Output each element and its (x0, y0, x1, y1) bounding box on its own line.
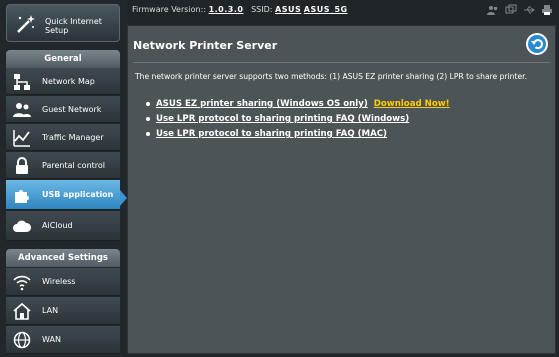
firmware-label: Firmware Version:: (132, 5, 207, 14)
magic-wand-icon (17, 15, 35, 33)
active-item-arrow (120, 190, 127, 206)
puzzle-icon (15, 190, 29, 203)
sidebar-item-label: Guest Network (42, 105, 102, 114)
printer-links-list: ASUS EZ printer sharing (Windows OS only… (146, 97, 450, 142)
sidebar-item-label: WAN (42, 335, 61, 344)
sidebar-item-guest-network[interactable]: Guest Network (6, 96, 120, 123)
sidebar-item-label: Parental control (42, 161, 106, 170)
clients-status-icon[interactable] (487, 4, 499, 16)
list-item: ASUS EZ printer sharing (Windows OS only… (146, 97, 450, 112)
download-now-link[interactable]: Download Now! (374, 99, 450, 109)
home-icon (13, 302, 31, 320)
cloud-icon (13, 220, 31, 232)
sidebar-item-wireless[interactable]: Wireless (6, 268, 120, 296)
sidebar-item-traffic-manager[interactable]: Traffic Manager (6, 124, 120, 151)
sidebar-item-label: Network Map (42, 77, 95, 86)
sidebar-item-label: Traffic Manager (42, 133, 104, 142)
usb-status-icon[interactable] (523, 4, 535, 16)
globe-icon (13, 331, 31, 349)
sidebar: Quick Internet Setup General Network Map… (0, 0, 127, 357)
sidebar-item-label: AiCloud (42, 221, 73, 230)
sidebar-item-wan[interactable]: WAN (6, 326, 120, 354)
network-map-icon (14, 74, 30, 90)
guest-network-icon (13, 103, 31, 117)
firmware-version-link[interactable]: 1.0.3.0 (209, 5, 244, 14)
status-icons (487, 4, 553, 16)
quick-setup-label: Quick Internet Setup (45, 17, 102, 35)
description-text: The network printer server supports two … (135, 72, 527, 81)
ssid-link-24g[interactable]: ASUS (275, 5, 301, 14)
sidebar-item-label: USB application (42, 190, 114, 199)
title-divider (133, 62, 550, 63)
lpr-mac-faq-link[interactable]: Use LPR protocol to sharing printing FAQ… (156, 129, 387, 139)
list-item: Use LPR protocol to sharing printing FAQ… (146, 112, 450, 127)
page-title: Network Printer Server (133, 39, 278, 52)
printer-status-icon[interactable] (541, 4, 553, 16)
link-status-icon[interactable] (505, 4, 517, 16)
quick-internet-setup-button[interactable]: Quick Internet Setup (6, 4, 120, 42)
main-panel: Network Printer Server The network print… (127, 25, 556, 354)
sidebar-item-aicloud[interactable]: AiCloud (6, 211, 120, 241)
general-section-header: General (6, 50, 120, 68)
sidebar-item-usb-application[interactable]: USB application (6, 180, 120, 210)
wireless-icon (13, 275, 31, 291)
sidebar-item-label: Wireless (42, 277, 76, 286)
lpr-windows-faq-link[interactable]: Use LPR protocol to sharing printing FAQ… (156, 114, 409, 124)
ssid-link-5g[interactable]: ASUS_5G (304, 5, 348, 14)
ssid-label: SSID: (251, 5, 273, 14)
back-arrow-icon (531, 39, 543, 50)
bullet-icon (146, 131, 150, 136)
bullet-icon (146, 101, 150, 106)
advanced-settings-section-header: Advanced Settings (6, 249, 120, 267)
firmware-info: Firmware Version:: 1.0.3.0 SSID: ASUS AS… (132, 5, 348, 14)
sidebar-item-label: LAN (42, 306, 59, 315)
ez-printer-sharing-link[interactable]: ASUS EZ printer sharing (Windows OS only… (156, 99, 368, 109)
back-button[interactable] (526, 33, 548, 55)
lock-icon (16, 157, 28, 174)
sidebar-item-lan[interactable]: LAN (6, 297, 120, 325)
list-item: Use LPR protocol to sharing printing FAQ… (146, 127, 450, 142)
traffic-manager-icon (13, 130, 30, 147)
bullet-icon (146, 116, 150, 121)
top-status-bar: Firmware Version:: 1.0.3.0 SSID: ASUS AS… (127, 0, 559, 22)
sidebar-item-network-map[interactable]: Network Map (6, 68, 120, 95)
sidebar-item-parental-control[interactable]: Parental control (6, 152, 120, 179)
